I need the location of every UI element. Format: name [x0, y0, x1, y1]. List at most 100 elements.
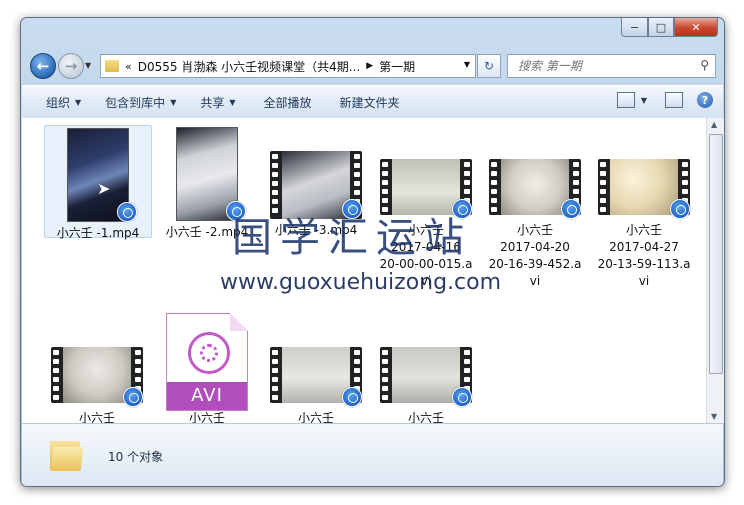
search-icon[interactable]: ⚲	[700, 58, 709, 72]
path-separator-icon[interactable]: ▶	[366, 61, 373, 71]
back-button[interactable]: ←	[30, 53, 56, 79]
film-sprocket-icon	[382, 171, 388, 176]
film-sprocket-icon	[354, 172, 360, 177]
film-sprocket-icon	[272, 172, 278, 177]
film-sprocket-icon	[382, 162, 388, 167]
preview-pane-icon[interactable]	[665, 92, 683, 108]
navigation-bar: ← → ▼ « D0555 肖渤森 小六壬视频课堂（共4期... ▶ 第一期 ▼…	[21, 45, 724, 85]
film-sprocket-icon	[600, 171, 606, 176]
new-folder-button[interactable]: 新建文件夹	[340, 94, 400, 111]
film-sprocket-icon	[491, 189, 497, 194]
share-menu[interactable]: 共享 ▼	[200, 94, 235, 111]
chevron-double-left-icon[interactable]: «	[125, 60, 132, 73]
caption-buttons: − □ ✕	[621, 18, 718, 37]
forward-arrow-icon: →	[64, 57, 78, 75]
film-sprocket-icon	[464, 189, 470, 194]
help-icon[interactable]: ?	[697, 92, 713, 108]
scrollbar-thumb[interactable]	[709, 134, 723, 374]
film-sprocket-icon	[682, 189, 688, 194]
film-sprocket-icon	[272, 181, 278, 186]
film-sprocket-icon	[573, 162, 579, 167]
refresh-button[interactable]: ↻	[477, 54, 501, 78]
search-input[interactable]	[516, 58, 690, 74]
film-sprocket-icon	[464, 359, 470, 364]
film-sprocket-icon	[382, 368, 388, 373]
chevron-down-icon: ▼	[170, 97, 177, 107]
film-sprocket-icon	[573, 189, 579, 194]
recent-pages-dropdown[interactable]: ▼	[85, 61, 91, 70]
address-path-segment[interactable]: D0555 肖渤森 小六壬视频课堂（共4期...	[138, 58, 361, 75]
play-all-button[interactable]: 全部播放	[264, 94, 312, 111]
film-sprocket-icon	[135, 359, 141, 364]
organize-label: 组织	[46, 95, 71, 110]
film-sprocket-icon	[682, 171, 688, 176]
film-sprocket-icon	[354, 190, 360, 195]
vertical-scrollbar[interactable]: ▲ ▼	[706, 118, 724, 423]
film-sprocket-icon	[53, 395, 59, 400]
file-name: 小六壬 -1.mp4	[56, 226, 140, 240]
back-arrow-icon: ←	[36, 57, 50, 75]
film-sprocket-icon	[272, 163, 278, 168]
file-name-line: vi	[638, 274, 650, 288]
film-sprocket-icon	[464, 180, 470, 185]
film-sprocket-icon	[135, 368, 141, 373]
file-item[interactable]: ➤ 小六壬 -1.mp4	[44, 125, 152, 240]
film-sprocket-icon	[464, 162, 470, 167]
file-item[interactable]: 小六壬 2017-04-27 20-13-59-113.a vi	[591, 125, 697, 290]
organize-menu[interactable]: 组织 ▼	[46, 94, 81, 111]
film-sprocket-icon	[382, 377, 388, 382]
scroll-down-icon[interactable]: ▼	[711, 412, 717, 421]
film-sprocket-icon	[53, 386, 59, 391]
forward-button[interactable]: →	[58, 53, 84, 79]
folder-icon	[50, 437, 84, 471]
film-sprocket-icon	[354, 359, 360, 364]
film-sprocket-icon	[53, 368, 59, 373]
film-sprocket-icon	[272, 154, 278, 159]
film-sprocket-icon	[600, 207, 606, 212]
file-item[interactable]: 小六壬 2017-04-20 20-16-39-452.a vi	[482, 125, 588, 290]
film-sprocket-icon	[600, 180, 606, 185]
file-name: 小六壬	[516, 223, 553, 237]
address-current-segment[interactable]: 第一期	[379, 58, 415, 75]
film-sprocket-icon	[382, 359, 388, 364]
film-sprocket-icon	[682, 162, 688, 167]
film-sprocket-icon	[491, 180, 497, 185]
film-sprocket-icon	[272, 190, 278, 195]
close-button[interactable]: ✕	[674, 18, 718, 37]
minimize-button[interactable]: −	[621, 18, 648, 37]
avi-icon-label: AVI	[167, 382, 247, 410]
view-dropdown-icon[interactable]: ▼	[641, 96, 647, 105]
film-sprocket-icon	[573, 171, 579, 176]
film-sprocket-icon	[272, 350, 278, 355]
change-view-icon[interactable]	[616, 92, 635, 108]
film-sprocket-icon	[53, 377, 59, 382]
search-box[interactable]: ⚲	[507, 54, 716, 78]
address-bar[interactable]: « D0555 肖渤森 小六壬视频课堂（共4期... ▶ 第一期 ▼	[100, 54, 476, 78]
film-sprocket-icon	[354, 377, 360, 382]
item-count: 10 个对象	[108, 450, 164, 464]
file-name-line: 2017-04-20	[500, 240, 570, 254]
player-badge-icon	[123, 387, 143, 407]
film-sprocket-icon	[682, 180, 688, 185]
film-sprocket-icon	[354, 163, 360, 168]
maximize-button[interactable]: □	[648, 18, 674, 37]
avi-file-icon: AVI	[166, 313, 248, 411]
film-sprocket-icon	[600, 162, 606, 167]
film-sprocket-icon	[464, 368, 470, 373]
file-name-line: 20-13-59-113.a	[597, 257, 691, 271]
film-sprocket-icon	[382, 180, 388, 185]
include-library-label: 包含到库中	[105, 95, 166, 110]
film-sprocket-icon	[354, 154, 360, 159]
chevron-down-icon: ▼	[229, 97, 236, 107]
address-dropdown-icon[interactable]: ▼	[464, 60, 470, 69]
include-library-menu[interactable]: 包含到库中 ▼	[105, 94, 176, 111]
film-sprocket-icon	[272, 368, 278, 373]
film-sprocket-icon	[135, 350, 141, 355]
scroll-up-icon[interactable]: ▲	[711, 120, 717, 129]
film-sprocket-icon	[382, 350, 388, 355]
file-name: 小六壬	[625, 223, 662, 237]
file-name-line: 2017-04-27	[609, 240, 679, 254]
film-sprocket-icon	[382, 386, 388, 391]
film-sprocket-icon	[464, 171, 470, 176]
film-sprocket-icon	[272, 377, 278, 382]
